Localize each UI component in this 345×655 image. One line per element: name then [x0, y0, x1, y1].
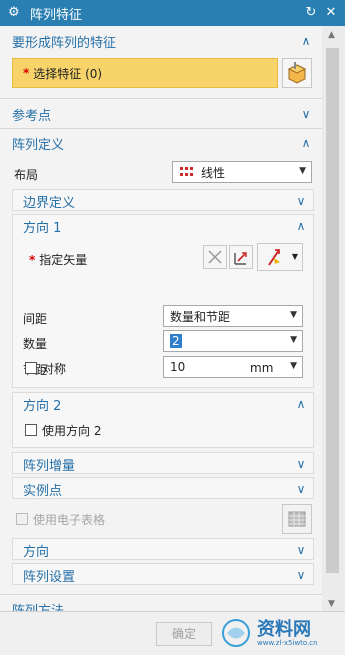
- collapse-chevron-icon[interactable]: ∧: [293, 395, 309, 413]
- scroll-up-icon[interactable]: ▲: [328, 30, 335, 40]
- subsection-title: 阵列增量: [23, 458, 76, 474]
- section-title: 要形成阵列的特征: [12, 35, 117, 51]
- settings-group[interactable]: 阵列设置 ∨: [12, 563, 314, 585]
- scroll-thumb[interactable]: [326, 48, 339, 573]
- count-input[interactable]: 2 ▼: [163, 330, 303, 352]
- watermark-logo-icon: [222, 619, 250, 647]
- pitch-input[interactable]: 10 mm ▼: [163, 356, 303, 378]
- section-title: 阵列方法: [12, 603, 65, 612]
- spreadsheet-icon: [288, 511, 306, 527]
- vector-icon: [234, 252, 247, 265]
- subsection-header-instances[interactable]: 实例点 ∨: [23, 478, 313, 500]
- watermark-url: www.zl-x5iwto.cn: [257, 639, 318, 647]
- dialog-footer: 确定 资料网 www.zl-x5iwto.cn: [0, 611, 345, 655]
- section-header-method[interactable]: 阵列方法: [12, 598, 318, 612]
- direction-group[interactable]: 方向 ∨: [12, 538, 314, 560]
- spacing-label: 间距: [23, 312, 48, 326]
- section-header-features[interactable]: 要形成阵列的特征 ∧: [12, 30, 318, 52]
- count-value: 2: [170, 334, 182, 348]
- expand-chevron-icon[interactable]: ∨: [293, 455, 309, 473]
- section-header-reference[interactable]: 参考点 ∨: [12, 103, 318, 125]
- required-marker: *: [29, 253, 36, 267]
- vector-dialog-button[interactable]: [229, 245, 253, 269]
- symmetric-checkbox[interactable]: [25, 362, 37, 374]
- close-icon[interactable]: ✕: [323, 4, 339, 22]
- vertical-scrollbar[interactable]: ▲ ▼: [322, 26, 345, 611]
- vector-type-dropdown[interactable]: ▼: [257, 243, 303, 271]
- select-feature-row[interactable]: * 选择特征 (0): [12, 58, 278, 88]
- expand-chevron-icon[interactable]: ∨: [293, 192, 309, 210]
- expand-chevron-icon[interactable]: ∨: [293, 566, 309, 584]
- feature-select-icon: [287, 62, 307, 84]
- collapse-chevron-icon[interactable]: ∧: [293, 217, 309, 235]
- chevron-down-icon: ▼: [290, 335, 297, 345]
- subsection-title: 方向 1: [23, 220, 62, 236]
- subsection-title: 边界定义: [23, 195, 76, 211]
- feature-select-button[interactable]: [282, 58, 312, 88]
- use-spreadsheet-checkbox[interactable]: [16, 513, 28, 525]
- section-header-definition[interactable]: 阵列定义 ∧: [12, 132, 318, 154]
- count-label: 数量: [23, 337, 48, 351]
- dialog-title: 阵列特征: [30, 7, 83, 23]
- layout-label: 布局: [14, 168, 39, 182]
- scroll-down-icon[interactable]: ▼: [328, 599, 335, 609]
- dialog-panel: 要形成阵列的特征 ∧ * 选择特征 (0) 参考点 ∨ 阵列定义 ∧ 布局 线性…: [0, 26, 322, 611]
- subsection-header-increment[interactable]: 阵列增量 ∨: [23, 453, 313, 475]
- inferred-vector-icon: [268, 249, 280, 266]
- expand-chevron-icon[interactable]: ∨: [293, 480, 309, 498]
- collapse-chevron-icon[interactable]: ∧: [298, 32, 314, 50]
- ok-button[interactable]: 确定: [156, 622, 212, 646]
- subsection-header-settings[interactable]: 阵列设置 ∨: [23, 564, 313, 586]
- use-direction-2-checkbox[interactable]: [25, 424, 37, 436]
- subsection-title: 实例点: [23, 483, 63, 499]
- watermark: 资料网 www.zl-x5iwto.cn: [219, 615, 339, 651]
- layout-select[interactable]: 线性 ▼: [172, 161, 312, 183]
- subsection-title: 方向 2: [23, 398, 62, 414]
- increment-group[interactable]: 阵列增量 ∨: [12, 452, 314, 474]
- expand-chevron-icon[interactable]: ∨: [293, 541, 309, 559]
- reset-icon[interactable]: ↻: [303, 4, 319, 22]
- reverse-direction-button[interactable]: [203, 245, 227, 269]
- collapse-chevron-icon[interactable]: ∧: [298, 134, 314, 152]
- direction-2-group: 方向 2 ∧ 使用方向 2: [12, 392, 314, 448]
- title-bar: ⚙ 阵列特征 ↻ ✕: [0, 0, 345, 26]
- instance-points-group[interactable]: 实例点 ∨: [12, 477, 314, 499]
- settings-icon[interactable]: ⚙: [8, 6, 22, 20]
- subsection-title: 阵列设置: [23, 569, 76, 585]
- select-feature-label: 选择特征 (0): [33, 66, 103, 81]
- use-spreadsheet-label: 使用电子表格: [33, 513, 106, 527]
- pitch-unit[interactable]: mm: [250, 361, 273, 375]
- pitch-value: 10: [170, 360, 186, 374]
- spacing-value: 数量和节距: [170, 309, 231, 324]
- required-marker: *: [23, 66, 30, 80]
- spacing-select[interactable]: 数量和节距 ▼: [163, 305, 303, 327]
- section-title: 参考点: [12, 108, 52, 124]
- specify-vector-label: * 指定矢量: [29, 253, 88, 267]
- chevron-down-icon: ▼: [291, 252, 298, 261]
- watermark-text: 资料网: [257, 619, 311, 640]
- use-direction-2-label: 使用方向 2: [42, 424, 102, 438]
- chevron-down-icon: ▼: [290, 310, 297, 320]
- symmetric-label: 对称: [42, 362, 67, 376]
- subsection-title: 方向: [23, 544, 50, 560]
- spreadsheet-button[interactable]: [282, 504, 312, 534]
- boundary-definition-group[interactable]: 边界定义 ∨: [12, 189, 314, 211]
- chevron-down-icon: ▼: [290, 361, 297, 371]
- section-title: 阵列定义: [12, 137, 65, 153]
- reverse-direction-icon: [208, 250, 222, 264]
- chevron-down-icon: ▼: [299, 166, 306, 176]
- expand-chevron-icon[interactable]: ∨: [298, 105, 314, 123]
- subsection-header-boundary[interactable]: 边界定义 ∨: [23, 190, 313, 212]
- subsection-header-direction[interactable]: 方向 ∨: [23, 539, 313, 561]
- layout-value: 线性: [201, 165, 226, 180]
- subsection-header-dir1[interactable]: 方向 1 ∧: [23, 215, 313, 237]
- linear-pattern-icon: [180, 167, 193, 176]
- subsection-header-dir2[interactable]: 方向 2 ∧: [23, 393, 313, 415]
